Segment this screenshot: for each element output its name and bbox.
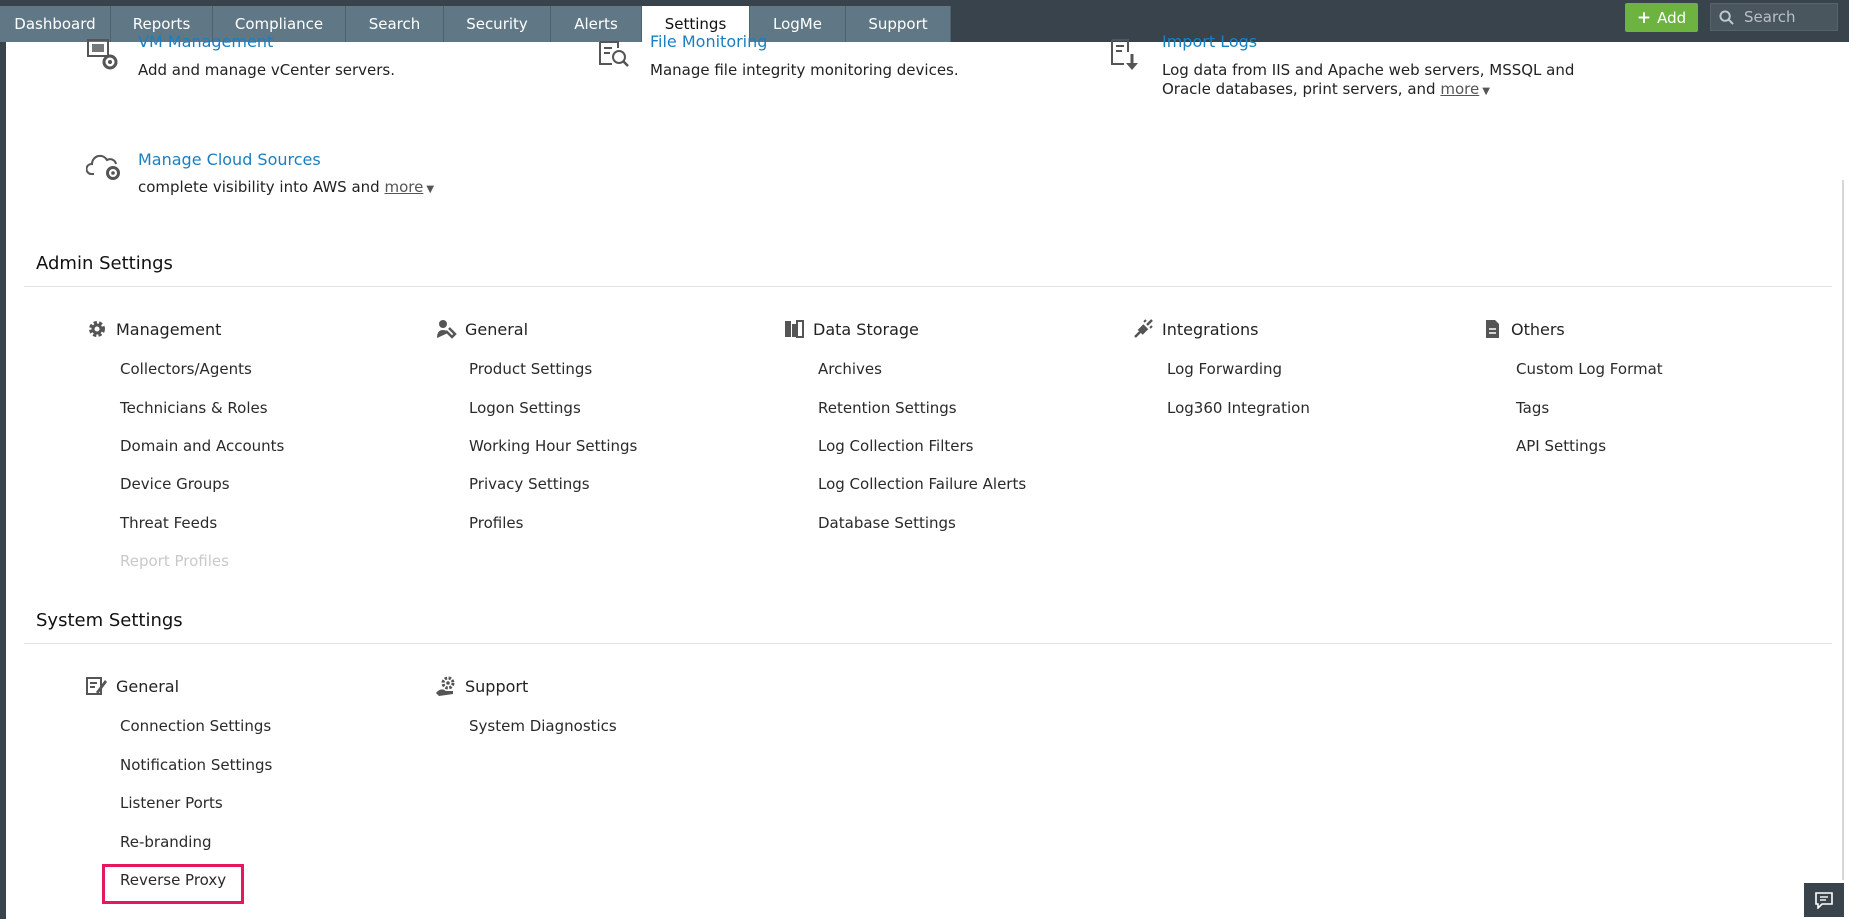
device-groups-link[interactable]: Device Groups (120, 475, 230, 493)
import-logs-desc-text: Oracle databases, print servers, and (1162, 80, 1436, 98)
system-diagnostics-link[interactable]: System Diagnostics (469, 717, 617, 735)
technicians-roles-link[interactable]: Technicians & Roles (120, 399, 268, 417)
reverse-proxy-highlight (102, 864, 244, 904)
re-branding-link[interactable]: Re-branding (120, 833, 212, 851)
plus-icon: + (1636, 7, 1652, 28)
vm-management-link[interactable]: VM Management (138, 32, 273, 51)
integrations-label: Integrations (1162, 319, 1259, 339)
file-monitoring-desc: Manage file integrity monitoring devices… (650, 61, 959, 79)
file-search-icon (599, 41, 629, 67)
search-icon (1719, 9, 1734, 25)
chevron-down-icon: ▼ (426, 184, 435, 195)
management-label: Management (116, 319, 222, 339)
cloud-gear-icon (86, 154, 120, 180)
admin-general-heading: General (435, 318, 528, 340)
connection-settings-link[interactable]: Connection Settings (120, 717, 271, 735)
domain-accounts-link[interactable]: Domain and Accounts (120, 437, 284, 455)
vm-management-desc: Add and manage vCenter servers. (138, 61, 396, 79)
system-divider (24, 643, 1832, 644)
edit-settings-icon (86, 675, 108, 697)
listener-ports-link[interactable]: Listener Ports (120, 794, 223, 812)
cloud-desc-text: complete visibility into AWS and (138, 178, 380, 196)
log-collection-failure-alerts-link[interactable]: Log Collection Failure Alerts (818, 475, 1026, 493)
retention-settings-link[interactable]: Retention Settings (818, 399, 957, 417)
cloud-sources-desc: complete visibility into AWS and more ▼ (138, 178, 434, 199)
custom-log-format-link[interactable]: Custom Log Format (1516, 360, 1663, 378)
logon-settings-link[interactable]: Logon Settings (469, 399, 581, 417)
product-settings-link[interactable]: Product Settings (469, 360, 592, 378)
import-logs-desc-line1: Log data from IIS and Apache web servers… (1162, 61, 1575, 79)
gear-icon (86, 318, 108, 340)
manage-cloud-sources-link[interactable]: Manage Cloud Sources (138, 150, 321, 169)
system-settings-title: System Settings (36, 610, 183, 631)
global-search[interactable] (1710, 3, 1838, 31)
source-import-logs: Import Logs Log data from IIS and Apache… (1110, 32, 1630, 116)
notification-settings-link[interactable]: Notification Settings (120, 756, 272, 774)
vm-gear-icon (87, 39, 118, 70)
search-input[interactable] (1742, 7, 1834, 27)
storage-icon (783, 318, 805, 340)
management-heading: Management (86, 318, 221, 340)
chevron-down-icon: ▼ (1482, 86, 1490, 97)
log360-integration-link[interactable]: Log360 Integration (1167, 399, 1310, 417)
support-gear-icon (435, 675, 457, 697)
integrations-heading: Integrations (1132, 318, 1259, 340)
admin-general-label: General (465, 319, 529, 339)
profiles-link[interactable]: Profiles (469, 514, 523, 532)
tags-link[interactable]: Tags (1516, 399, 1549, 417)
wrench-user-icon (435, 318, 457, 340)
others-label: Others (1511, 319, 1565, 339)
privacy-settings-link[interactable]: Privacy Settings (469, 475, 590, 493)
import-logs-desc-line2: Oracle databases, print servers, and mor… (1162, 80, 1490, 101)
import-logs-link[interactable]: Import Logs (1162, 32, 1257, 51)
scrollbar[interactable] (1842, 180, 1844, 880)
add-button-label: Add (1657, 8, 1687, 27)
report-profiles-link: Report Profiles (120, 552, 229, 570)
log-forwarding-link[interactable]: Log Forwarding (1167, 360, 1282, 378)
archives-link[interactable]: Archives (818, 360, 882, 378)
source-cloud: Manage Cloud Sources complete visibility… (86, 150, 536, 210)
source-file-monitoring: File Monitoring Manage file integrity mo… (598, 32, 1058, 116)
support-heading: Support (435, 675, 528, 697)
data-storage-heading: Data Storage (783, 318, 919, 340)
others-heading: Others (1481, 318, 1565, 340)
plug-icon (1132, 318, 1154, 340)
cloud-more-link[interactable]: more (384, 178, 423, 196)
source-vm-management: VM Management Add and manage vCenter ser… (86, 32, 536, 116)
chat-icon (1815, 892, 1833, 909)
import-file-icon (1111, 39, 1138, 70)
system-general-heading: General (86, 675, 179, 697)
add-button[interactable]: + Add (1625, 3, 1698, 32)
admin-settings-title: Admin Settings (36, 253, 173, 274)
api-settings-link[interactable]: API Settings (1516, 437, 1606, 455)
file-monitoring-link[interactable]: File Monitoring (650, 32, 767, 51)
admin-divider (24, 286, 1832, 287)
database-settings-link[interactable]: Database Settings (818, 514, 956, 532)
import-logs-more-link[interactable]: more (1440, 80, 1479, 98)
document-icon (1481, 318, 1503, 340)
working-hour-settings-link[interactable]: Working Hour Settings (469, 437, 637, 455)
chat-button[interactable] (1804, 883, 1844, 917)
left-edge-strip (0, 0, 6, 919)
data-storage-label: Data Storage (813, 319, 919, 339)
support-label: Support (465, 676, 529, 696)
log-collection-filters-link[interactable]: Log Collection Filters (818, 437, 974, 455)
threat-feeds-link[interactable]: Threat Feeds (120, 514, 217, 532)
system-general-label: General (116, 676, 180, 696)
collectors-agents-link[interactable]: Collectors/Agents (120, 360, 252, 378)
